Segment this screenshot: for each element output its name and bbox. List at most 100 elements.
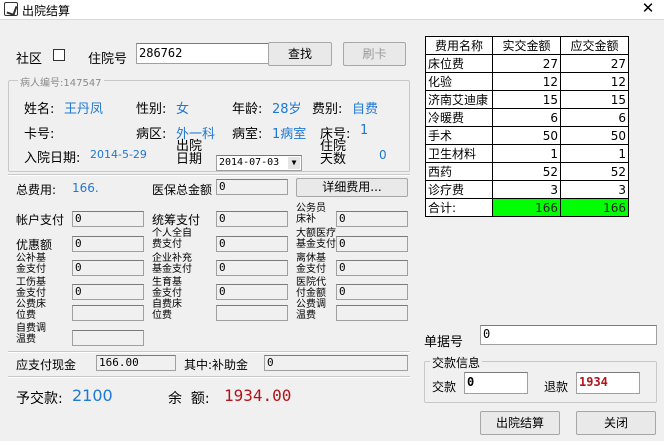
- bed-no-value: 1: [360, 123, 369, 138]
- chevron-down-icon[interactable]: ▼: [288, 157, 300, 169]
- retired-fund-label-1: 离休基: [296, 253, 326, 264]
- gender-value: 女: [176, 102, 190, 117]
- fee-name-cell: 化验: [425, 72, 493, 91]
- table-header-row: 费用名称 实交金额 应交金额: [425, 36, 629, 55]
- window-title: 出院结算: [22, 4, 71, 18]
- table-total-row: 合计: 166 166: [425, 198, 629, 217]
- paid-amount-cell: 15: [492, 90, 561, 109]
- paid-amount-cell: 1: [492, 144, 561, 163]
- payment-input[interactable]: 0: [464, 372, 528, 394]
- ward-label: 病区:: [136, 127, 167, 142]
- detail-cost-button[interactable]: 详细费用...: [296, 178, 408, 197]
- subsidy-input[interactable]: 0: [264, 355, 408, 371]
- due-amount-cell: 50: [560, 126, 629, 145]
- card-no-label: 卡号:: [24, 127, 55, 142]
- name-label: 姓名:: [24, 102, 55, 117]
- fee-name-cell: 合计:: [425, 198, 493, 217]
- big-medical-input[interactable]: 0: [336, 236, 408, 252]
- room-value: 1病室: [272, 127, 307, 142]
- patient-id-group-title: 病人编号:147547: [18, 74, 104, 89]
- public-fund-label-2: 金支付: [16, 264, 46, 275]
- balance-value: 1934.00: [224, 386, 292, 405]
- insurance-total-label: 医保总金额: [152, 183, 213, 197]
- receipt-no-input[interactable]: 0: [480, 325, 657, 345]
- payment-label: 交款: [432, 380, 457, 394]
- stay-days-label-2: 天数: [320, 152, 347, 167]
- divider: [8, 351, 410, 353]
- account-pay-input[interactable]: 0: [72, 211, 144, 227]
- insurance-total-input[interactable]: 0: [216, 179, 288, 195]
- fee-name-cell: 诊疗费: [425, 180, 493, 199]
- public-fund-label-1: 公补基: [16, 253, 46, 264]
- gender-label: 性别:: [136, 102, 167, 117]
- fee-name-cell: 西药: [425, 162, 493, 181]
- divider: [8, 174, 410, 176]
- fee-type-value: 自费: [352, 102, 379, 117]
- paid-amount-cell: 12: [492, 72, 561, 91]
- inpatient-no-input[interactable]: 286762: [136, 43, 270, 64]
- self-bed-label-1: 自费床: [152, 299, 182, 310]
- discount-input[interactable]: 0: [72, 236, 144, 252]
- cash-pay-input[interactable]: 166.00: [96, 355, 176, 371]
- public-temp-input[interactable]: [336, 305, 408, 321]
- community-checkbox[interactable]: [53, 49, 65, 61]
- close-button[interactable]: 关闭: [576, 411, 656, 435]
- civil-servant-bed-input[interactable]: 0: [336, 211, 408, 227]
- retired-fund-label-2: 金支付: [296, 264, 326, 275]
- table-row: 西药 52 52: [425, 162, 629, 181]
- name-value: 王丹凤: [64, 102, 104, 117]
- subsidy-label: 其中:补助金: [184, 358, 249, 372]
- fee-type-label: 费别:: [312, 102, 343, 117]
- due-amount-cell: 52: [560, 162, 629, 181]
- personal-pay-input[interactable]: 0: [216, 236, 288, 252]
- age-label: 年龄:: [232, 102, 263, 117]
- discharge-date-picker[interactable]: 2014-07-03 ▼: [216, 155, 302, 171]
- injury-fund-input[interactable]: 0: [72, 284, 144, 300]
- maternity-fund-label-2: 金支付: [152, 288, 182, 299]
- discharge-settle-button[interactable]: 出院结算: [480, 411, 560, 435]
- enterprise-fund-input[interactable]: 0: [216, 260, 288, 276]
- due-amount-cell: 27: [560, 54, 629, 73]
- pooled-pay-input[interactable]: 0: [216, 211, 288, 227]
- self-temp-label-1: 自费调: [16, 323, 46, 334]
- fee-name-cell: 冷暖费: [425, 108, 493, 127]
- table-row: 化验 12 12: [425, 72, 629, 91]
- civil-servant-label-2: 床补: [296, 214, 316, 225]
- civil-servant-label-1: 公务员: [296, 203, 326, 214]
- public-fund-input[interactable]: 0: [72, 260, 144, 276]
- prepay-value: 2100: [72, 386, 113, 405]
- self-temp-label-2: 温费: [16, 334, 36, 345]
- close-icon[interactable]: ✕: [640, 0, 656, 17]
- self-bed-label-2: 位费: [152, 310, 172, 321]
- balance-label: 余 额:: [168, 391, 210, 407]
- maternity-fund-input[interactable]: 0: [216, 284, 288, 300]
- public-bed-label-2: 位费: [16, 310, 36, 321]
- app-icon: [4, 2, 18, 16]
- fee-name-cell: 济南艾迪康: [425, 90, 493, 109]
- paid-amount-cell: 27: [492, 54, 561, 73]
- hospital-pay-input[interactable]: 0: [336, 284, 408, 300]
- change-label: 退款: [544, 380, 569, 394]
- fee-name-cell: 床位费: [425, 54, 493, 73]
- big-medical-label-1: 大额医疗: [296, 228, 336, 239]
- public-bed-input[interactable]: [72, 305, 144, 321]
- enterprise-fund-label-1: 企业补充: [152, 253, 192, 264]
- enterprise-fund-label-2: 基金支付: [152, 264, 192, 275]
- swipe-card-button[interactable]: 刷卡: [343, 42, 406, 66]
- retired-fund-input[interactable]: 0: [336, 260, 408, 276]
- hospital-pay-label-1: 医院代: [296, 277, 326, 288]
- discount-label: 优惠额: [16, 238, 53, 252]
- self-temp-input[interactable]: [72, 330, 144, 346]
- receipt-no-label: 单据号: [424, 335, 464, 350]
- self-bed-input[interactable]: [216, 305, 288, 321]
- personal-pay-label-2: 费支付: [152, 239, 182, 250]
- due-amount-cell: 166: [560, 198, 629, 217]
- change-input[interactable]: 1934: [576, 372, 640, 394]
- due-amount-cell: 3: [560, 180, 629, 199]
- paid-amount-cell: 3: [492, 180, 561, 199]
- admit-date-label: 入院日期:: [24, 151, 81, 166]
- search-button[interactable]: 查找: [268, 42, 332, 66]
- title-bar: 出院结算 ✕: [0, 0, 664, 20]
- table-row: 卫生材料 1 1: [425, 144, 629, 163]
- personal-pay-label-1: 个人全自: [152, 228, 192, 239]
